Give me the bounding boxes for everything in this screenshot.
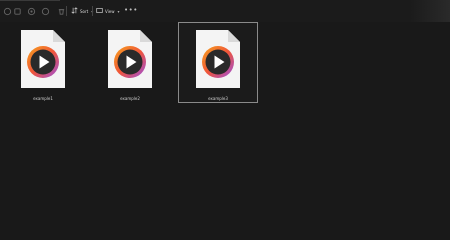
command-bar: Sort ▾ View ▾ •••	[0, 0, 450, 22]
media-file-icon	[21, 30, 65, 88]
chevron-down-icon: ▾	[117, 8, 120, 14]
file-item-example3[interactable]: example3	[178, 22, 258, 103]
sort-icon	[71, 7, 78, 15]
view-button[interactable]: View ▾	[96, 5, 120, 17]
top-divider	[0, 0, 60, 1]
file-grid: example1 example2 example3	[0, 22, 450, 227]
file-name: example3	[208, 96, 228, 101]
window-corner	[410, 0, 450, 22]
toolbar-divider	[92, 6, 93, 16]
more-options-button[interactable]: •••	[124, 5, 138, 15]
copy-icon[interactable]	[26, 6, 36, 16]
file-name: example1	[33, 96, 53, 101]
new-icon[interactable]	[2, 6, 12, 16]
sort-label: Sort	[80, 8, 89, 14]
media-file-icon	[108, 30, 152, 88]
media-file-icon	[196, 30, 240, 88]
view-icon	[96, 7, 103, 15]
paste-icon[interactable]	[40, 6, 50, 16]
delete-icon[interactable]	[56, 6, 66, 16]
file-name: example2	[120, 96, 140, 101]
file-item-example1[interactable]: example1	[3, 22, 83, 103]
view-label: View	[105, 8, 115, 14]
sort-button[interactable]: Sort ▾	[71, 5, 93, 17]
toolbar-divider	[66, 6, 67, 16]
cut-icon[interactable]	[12, 6, 22, 16]
file-item-example2[interactable]: example2	[90, 22, 170, 103]
